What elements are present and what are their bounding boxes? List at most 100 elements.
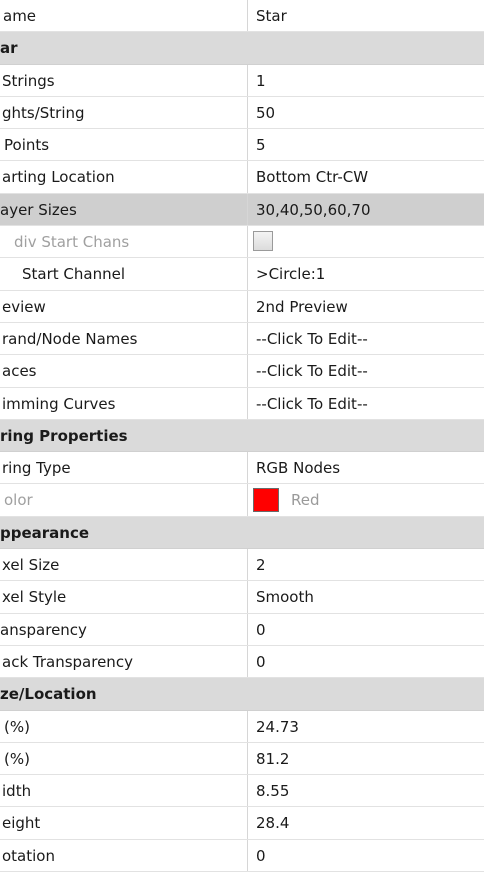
property-row[interactable]: ansparency 0: [0, 613, 484, 646]
property-name: rand/Node Names: [2, 329, 138, 348]
property-name-cell: rand/Node Names: [0, 322, 248, 355]
property-name-cell: imming Curves: [0, 387, 248, 419]
property-name: div Start Chans: [14, 233, 130, 252]
category-label: ring Properties: [0, 426, 128, 445]
property-row[interactable]: (%) 81.2: [0, 742, 484, 776]
property-name: Start Channel: [22, 265, 125, 284]
category-label: ar: [0, 39, 18, 58]
property-row[interactable]: ayer Sizes 30,40,50,60,70: [0, 193, 484, 227]
property-value[interactable]: >Circle:1: [256, 258, 325, 289]
property-value[interactable]: Star: [256, 0, 287, 31]
property-value[interactable]: 50: [256, 97, 275, 128]
category-row[interactable]: ppearance: [0, 516, 484, 550]
property-name: arting Location: [2, 168, 115, 187]
property-value[interactable]: 1: [256, 65, 266, 96]
property-value[interactable]: RGB Nodes: [256, 452, 340, 483]
property-row[interactable]: xel Size 2: [0, 549, 484, 582]
property-row[interactable]: ame Star: [0, 0, 484, 33]
property-name-cell: Points: [0, 129, 248, 161]
property-name-cell: aces: [0, 355, 248, 387]
property-name: ame: [3, 7, 37, 25]
property-name-cell: ame: [0, 0, 248, 32]
category-label-cell: ring Properties: [0, 420, 484, 451]
property-value[interactable]: 28.4: [256, 807, 289, 838]
category-row[interactable]: ring Properties: [0, 419, 484, 453]
property-name-cell: eight: [0, 807, 248, 839]
property-row[interactable]: eview 2nd Preview: [0, 290, 484, 323]
property-name-cell: ring Type: [0, 452, 248, 484]
property-value[interactable]: --Click To Edit--: [256, 323, 368, 354]
property-name: imming Curves: [2, 394, 116, 413]
property-row[interactable]: olor Red: [0, 484, 484, 517]
property-value[interactable]: 0: [256, 840, 266, 871]
property-checkbox[interactable]: [253, 231, 273, 252]
property-row[interactable]: idth 8.55: [0, 775, 484, 808]
property-name: (%): [4, 749, 30, 768]
property-name: idth: [2, 782, 32, 801]
property-name-cell: ghts/String: [0, 96, 248, 129]
property-row[interactable]: aces --Click To Edit--: [0, 355, 484, 388]
property-row[interactable]: rand/Node Names --Click To Edit--: [0, 322, 484, 356]
property-name: eight: [2, 814, 41, 833]
property-name-cell: ansparency: [0, 613, 248, 645]
property-value[interactable]: 2: [256, 549, 266, 580]
property-name-cell: Strings: [0, 64, 248, 96]
property-name-cell: (%): [0, 710, 248, 742]
category-label-cell: ppearance: [0, 517, 484, 548]
property-name: otation: [2, 846, 55, 865]
property-row[interactable]: ring Type RGB Nodes: [0, 452, 484, 485]
property-value[interactable]: 2nd Preview: [256, 291, 348, 322]
property-value[interactable]: --Click To Edit--: [256, 388, 368, 419]
property-name-cell: Start Channel: [0, 258, 248, 290]
property-row[interactable]: Points 5: [0, 129, 484, 162]
property-row[interactable]: imming Curves --Click To Edit--: [0, 387, 484, 420]
property-name-cell: (%): [0, 742, 248, 775]
property-name: aces: [2, 362, 37, 381]
property-value[interactable]: 81.2: [256, 743, 289, 774]
property-name-cell: eview: [0, 290, 248, 322]
property-row[interactable]: otation 0: [0, 839, 484, 873]
property-name: olor: [4, 491, 33, 510]
property-name: xel Style: [2, 588, 67, 607]
property-name: Points: [4, 136, 50, 155]
property-name-cell: otation: [0, 839, 248, 872]
property-name-cell: div Start Chans: [0, 226, 248, 258]
property-name: xel Size: [2, 556, 60, 575]
property-value[interactable]: 0: [256, 646, 266, 677]
category-label-cell: ar: [0, 32, 484, 63]
property-name: ansparency: [0, 620, 87, 639]
property-value[interactable]: 24.73: [256, 711, 299, 742]
property-row[interactable]: ghts/String 50: [0, 96, 484, 130]
property-value[interactable]: 5: [256, 129, 266, 160]
property-row[interactable]: eight 28.4: [0, 807, 484, 840]
color-swatch[interactable]: [253, 488, 279, 513]
property-name: ayer Sizes: [0, 200, 77, 219]
property-name-cell: arting Location: [0, 161, 248, 193]
category-label: ze/Location: [0, 685, 97, 704]
property-row[interactable]: Start Channel >Circle:1: [0, 258, 484, 291]
property-value[interactable]: Bottom Ctr-CW: [256, 161, 368, 192]
property-name: ack Transparency: [2, 652, 133, 671]
category-row[interactable]: ze/Location: [0, 678, 484, 711]
property-row[interactable]: arting Location Bottom Ctr-CW: [0, 161, 484, 194]
category-row[interactable]: ar: [0, 32, 484, 65]
property-row[interactable]: xel Style Smooth: [0, 581, 484, 614]
property-row[interactable]: Strings 1: [0, 64, 484, 97]
property-row[interactable]: div Start Chans: [0, 226, 484, 259]
property-value[interactable]: Smooth: [256, 581, 314, 612]
property-value[interactable]: 30,40,50,60,70: [256, 194, 371, 225]
property-name-cell: ayer Sizes: [0, 193, 248, 226]
property-name-cell: idth: [0, 775, 248, 807]
property-value[interactable]: 8.55: [256, 775, 289, 806]
property-row[interactable]: (%) 24.73: [0, 710, 484, 743]
property-name: ghts/String: [2, 103, 85, 122]
property-name: eview: [2, 297, 46, 316]
property-value[interactable]: 0: [256, 614, 266, 645]
property-row[interactable]: ack Transparency 0: [0, 645, 484, 679]
property-name-cell: xel Size: [0, 549, 248, 581]
property-value[interactable]: --Click To Edit--: [256, 355, 368, 386]
property-name: Strings: [2, 71, 55, 90]
property-name: ring Type: [2, 459, 71, 478]
color-name: Red: [291, 491, 320, 510]
property-name-cell: xel Style: [0, 581, 248, 613]
